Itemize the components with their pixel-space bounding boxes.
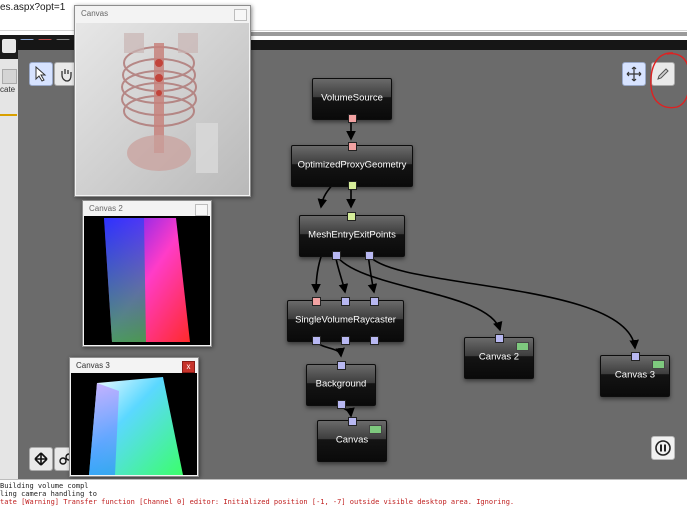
port-image-out[interactable] xyxy=(312,336,321,345)
processor-background[interactable]: Background xyxy=(306,361,376,409)
canvas-indicator xyxy=(369,425,382,434)
wire-entry-to-raycaster-1 xyxy=(311,253,323,294)
port-exit-out[interactable] xyxy=(365,251,374,260)
arrow-cursor-icon xyxy=(35,66,47,82)
window-title: Canvas 2 xyxy=(89,204,123,213)
port-exit-in[interactable] xyxy=(370,297,379,306)
processor-label: Canvas 3 xyxy=(614,369,656,381)
log-warning-line: tate [Warning] Transfer function [Channe… xyxy=(0,498,515,506)
port-image-in[interactable] xyxy=(348,417,357,426)
processor-volumesource[interactable]: VolumeSource xyxy=(312,78,392,123)
processor-canvas-3[interactable]: Canvas 3 xyxy=(600,352,670,397)
canvas-3-window[interactable]: Canvas 3 x xyxy=(69,357,199,477)
render-view xyxy=(84,216,210,345)
port-image-out-2[interactable] xyxy=(341,336,350,345)
processor-label: MeshEntryExitPoints xyxy=(308,229,396,241)
port-image-out-3[interactable] xyxy=(370,336,379,345)
port-entry-out[interactable] xyxy=(332,251,341,260)
processor-label: OptimizedProxyGeometry xyxy=(297,159,407,171)
port-image-out[interactable] xyxy=(337,400,346,409)
render-view xyxy=(71,373,197,475)
output-log: Building volume compl ling camera handli… xyxy=(0,479,687,506)
close-icon[interactable] xyxy=(234,9,247,21)
zoom-fit-button[interactable] xyxy=(29,447,53,471)
processor-canvas-2[interactable]: Canvas 2 xyxy=(464,334,534,379)
editor-header-edge xyxy=(250,32,687,36)
processor-label: Background xyxy=(315,378,367,390)
window-title: Canvas xyxy=(81,9,109,18)
volume-rendering-image xyxy=(121,33,218,173)
left-panel-label: cate xyxy=(0,85,16,94)
entry-points-image xyxy=(104,218,190,342)
port-image-in[interactable] xyxy=(495,334,504,343)
processor-optimizedproxygeometry[interactable]: OptimizedProxyGeometry xyxy=(291,142,413,190)
processor-canvas[interactable]: Canvas xyxy=(317,417,387,462)
window-title: Canvas 3 xyxy=(76,361,110,370)
processor-singlevolumeraycaster[interactable]: SingleVolumeRaycaster xyxy=(287,297,404,345)
exit-points-image xyxy=(89,377,183,475)
port-volume-in[interactable] xyxy=(312,297,321,306)
render-view xyxy=(76,23,249,195)
arrange-tool-button[interactable] xyxy=(622,62,646,86)
pin-icon[interactable] xyxy=(2,69,17,84)
port-entry-in[interactable] xyxy=(341,297,350,306)
processor-meshentryexitpoints[interactable]: MeshEntryExitPoints xyxy=(299,212,405,260)
browser-url[interactable]: es.aspx?opt=1 xyxy=(0,2,65,13)
red-annotation-circle xyxy=(650,52,687,109)
port-geometry-out[interactable] xyxy=(348,181,357,190)
select-tool-button[interactable] xyxy=(29,62,53,86)
four-arrows-icon xyxy=(34,452,48,466)
left-panel: cate xyxy=(0,59,19,479)
canvas-indicator xyxy=(516,342,529,351)
port-image-in[interactable] xyxy=(337,361,346,370)
pause-icon xyxy=(655,440,671,456)
canvas-2-window[interactable]: Canvas 2 xyxy=(82,200,212,347)
close-icon[interactable] xyxy=(195,204,208,216)
processor-label: SingleVolumeRaycaster xyxy=(295,314,396,326)
processor-label: VolumeSource xyxy=(321,92,383,104)
port-geometry-in[interactable] xyxy=(347,212,356,221)
port-volume-out[interactable] xyxy=(348,114,357,123)
pause-button[interactable] xyxy=(651,436,675,460)
processor-label: Canvas 2 xyxy=(478,351,520,363)
port-image-in[interactable] xyxy=(631,352,640,361)
close-icon[interactable]: x xyxy=(182,361,195,373)
canvas-window[interactable]: Canvas xyxy=(74,5,251,197)
log-line: Building volume compl xyxy=(0,482,89,490)
gear-icon[interactable] xyxy=(2,39,16,53)
port-volume-in[interactable] xyxy=(348,142,357,151)
log-line: ling camera handling to xyxy=(0,490,97,498)
hand-icon xyxy=(61,69,72,82)
panel-marker xyxy=(0,114,17,116)
processor-label: Canvas xyxy=(335,434,369,446)
move-arrows-icon xyxy=(626,66,642,82)
canvas-indicator xyxy=(652,360,665,369)
